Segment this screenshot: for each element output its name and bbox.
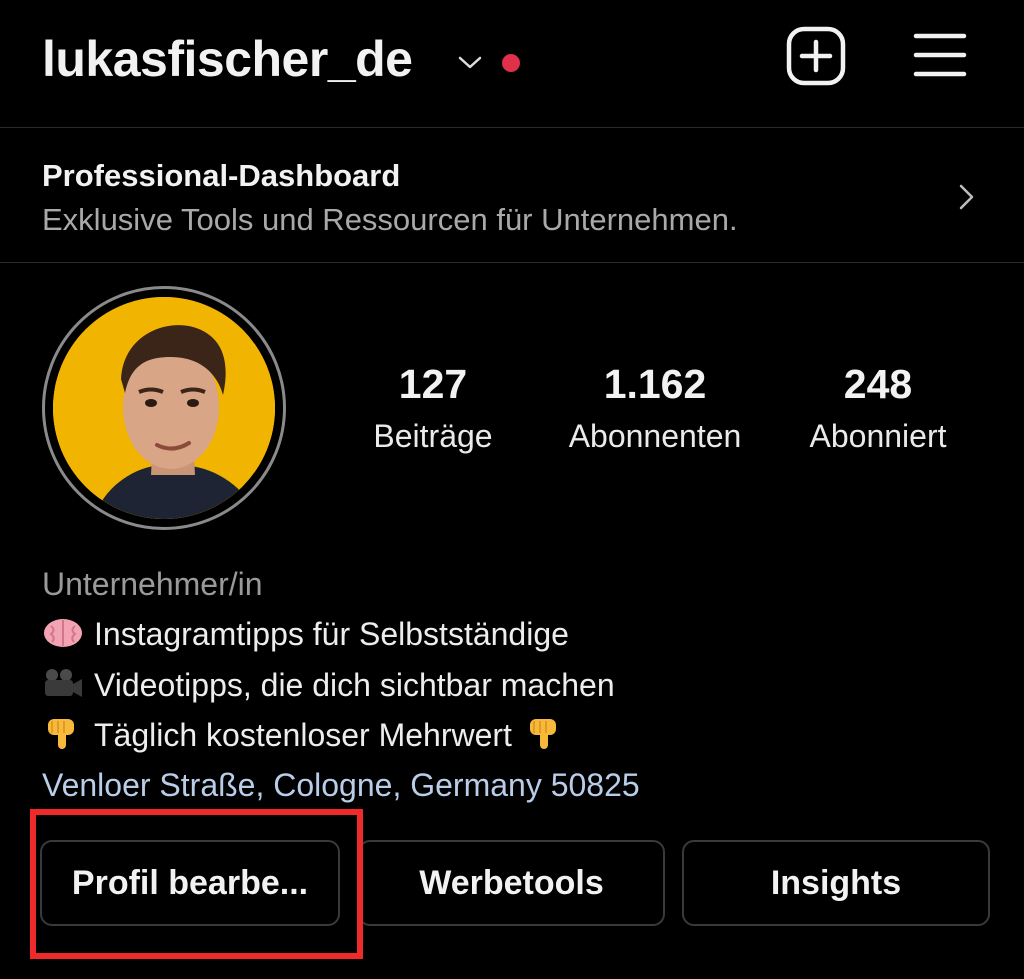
chevron-down-icon[interactable] — [455, 52, 485, 72]
profile-header: lukasfischer_de — [0, 0, 1024, 127]
bio-text: Instagramtipps für Selbstständige — [94, 616, 569, 652]
stat-following[interactable]: 248 Abonniert — [790, 360, 966, 460]
professional-dashboard-link[interactable]: Professional-Dashboard Exklusive Tools u… — [0, 128, 1024, 262]
insights-button[interactable]: Insights — [682, 840, 990, 926]
username[interactable]: lukasfischer_de — [42, 30, 413, 88]
stat-posts[interactable]: 127 Beiträge — [358, 360, 508, 460]
highlight-box — [30, 809, 363, 959]
location-link[interactable]: Venloer Straße, Cologne, Germany 50825 — [42, 765, 640, 805]
following-count: 248 — [843, 361, 913, 407]
bio-line: Videotipps, die dich sichtbar machen — [42, 665, 615, 705]
plus-square-icon[interactable] — [786, 26, 846, 86]
bio-line: Instagramtipps für Selbstständige — [42, 614, 569, 654]
dashboard-title: Professional-Dashboard — [42, 158, 401, 193]
followers-label: Abonnenten — [568, 418, 742, 454]
posts-count: 127 — [398, 361, 468, 407]
pointing-down-emoji-icon — [529, 719, 556, 749]
notification-dot — [502, 54, 520, 72]
movie-camera-emoji-icon — [45, 669, 82, 697]
avatar[interactable] — [53, 297, 275, 519]
ad-tools-button[interactable]: Werbetools — [358, 840, 665, 926]
chevron-right-icon — [959, 184, 974, 210]
dashboard-subtitle: Exklusive Tools und Ressourcen für Unter… — [42, 202, 738, 237]
category-label: Unternehmer/in — [42, 566, 263, 602]
hamburger-menu-icon[interactable] — [912, 30, 968, 80]
bio-text: Täglich kostenloser Mehrwert — [94, 717, 512, 753]
followers-count: 1.162 — [603, 361, 707, 407]
posts-label: Beiträge — [373, 418, 493, 454]
pointing-down-emoji-icon — [48, 719, 74, 749]
following-label: Abonniert — [809, 418, 947, 454]
divider — [0, 262, 1024, 263]
stat-followers[interactable]: 1.162 Abonnenten — [548, 360, 762, 460]
bio-text: Videotipps, die dich sichtbar machen — [94, 667, 615, 703]
brain-emoji-icon — [44, 619, 82, 647]
profile-photo — [53, 297, 275, 519]
bio-line: Täglich kostenloser Mehrwert — [42, 715, 566, 755]
